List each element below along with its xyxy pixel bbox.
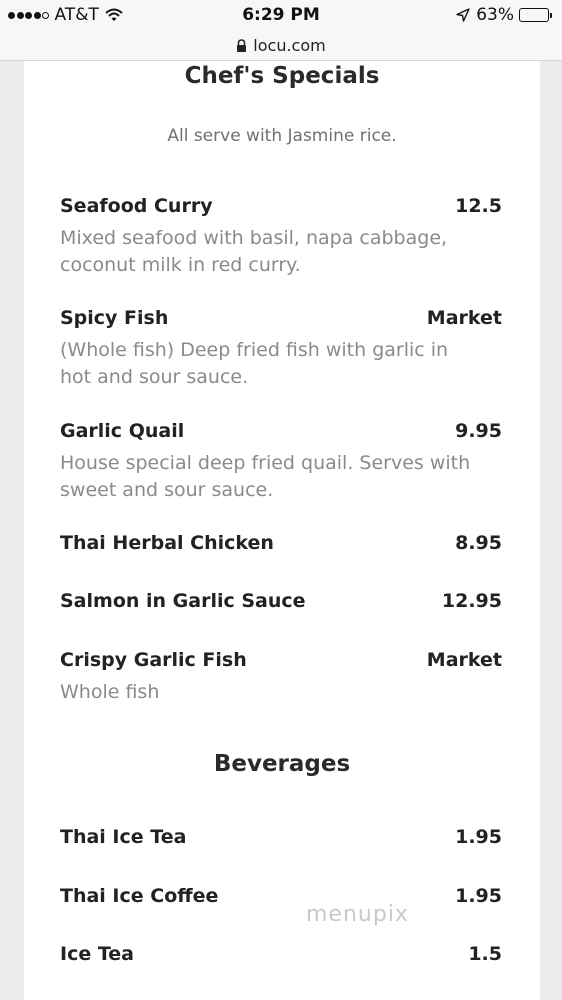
menu-item: Garlic Quail 9.95 House special deep fri… xyxy=(60,420,502,504)
beverages-title: Beverages xyxy=(213,751,351,777)
item-price: 1.95 xyxy=(455,885,502,907)
item-name: Thai Ice Coffee xyxy=(60,885,219,907)
item-price: 12.95 xyxy=(441,590,502,612)
chefs-specials-title: Chef's Specials xyxy=(184,63,380,89)
menu-item: Spicy Fish Market (Whole fish) Deep frie… xyxy=(60,307,502,391)
menu-item: Ice Tea 1.5 xyxy=(60,943,502,965)
menu-item: Thai Herbal Chicken 8.95 xyxy=(60,532,502,554)
menu-item: Seafood Curry 12.5 Mixed seafood with ba… xyxy=(60,195,502,279)
item-price: 8.95 xyxy=(455,532,502,554)
menu-item: Thai Ice Tea 1.95 xyxy=(60,826,502,848)
menu-card: Chef's Specials All serve with Jasmine r… xyxy=(24,61,540,1000)
location-arrow-icon xyxy=(456,8,470,22)
chefs-specials-subtitle: All serve with Jasmine rice. xyxy=(167,126,397,146)
item-name: Ice Tea xyxy=(60,943,134,965)
item-price: Market xyxy=(426,649,502,671)
item-description: Mixed seafood with basil, napa cabbage, … xyxy=(60,227,448,276)
battery-icon xyxy=(519,8,552,22)
menu-item: Crispy Garlic Fish Market Whole fish xyxy=(60,649,502,706)
item-name: Spicy Fish xyxy=(60,307,169,329)
address-bar[interactable]: locu.com xyxy=(0,30,562,61)
item-name: Salmon in Garlic Sauce xyxy=(60,590,306,612)
menu-item: Thai Ice Coffee 1.95 xyxy=(60,885,502,907)
item-price: 1.95 xyxy=(455,826,502,848)
url-text: locu.com xyxy=(253,35,326,55)
item-price: 1.5 xyxy=(468,943,502,965)
item-description: (Whole fish) Deep fried fish with garlic… xyxy=(60,339,449,388)
status-bar: AT&T 6:29 PM 63% xyxy=(0,0,562,30)
item-description: Whole fish xyxy=(60,681,160,703)
item-name: Seafood Curry xyxy=(60,195,213,217)
status-right-group: 63% xyxy=(456,5,552,25)
item-name: Thai Herbal Chicken xyxy=(60,532,274,554)
item-price: 12.5 xyxy=(455,195,502,217)
item-name: Crispy Garlic Fish xyxy=(60,649,247,671)
item-name: Thai Ice Tea xyxy=(60,826,187,848)
item-name: Garlic Quail xyxy=(60,420,185,442)
watermark-logo: menupix xyxy=(306,902,409,927)
item-price: Market xyxy=(426,307,502,329)
item-price: 9.95 xyxy=(455,420,502,442)
lock-icon xyxy=(236,38,247,52)
menu-item: Salmon in Garlic Sauce 12.95 xyxy=(60,590,502,612)
battery-percent: 63% xyxy=(476,5,514,25)
item-description: House special deep fried quail. Serves w… xyxy=(60,452,471,501)
